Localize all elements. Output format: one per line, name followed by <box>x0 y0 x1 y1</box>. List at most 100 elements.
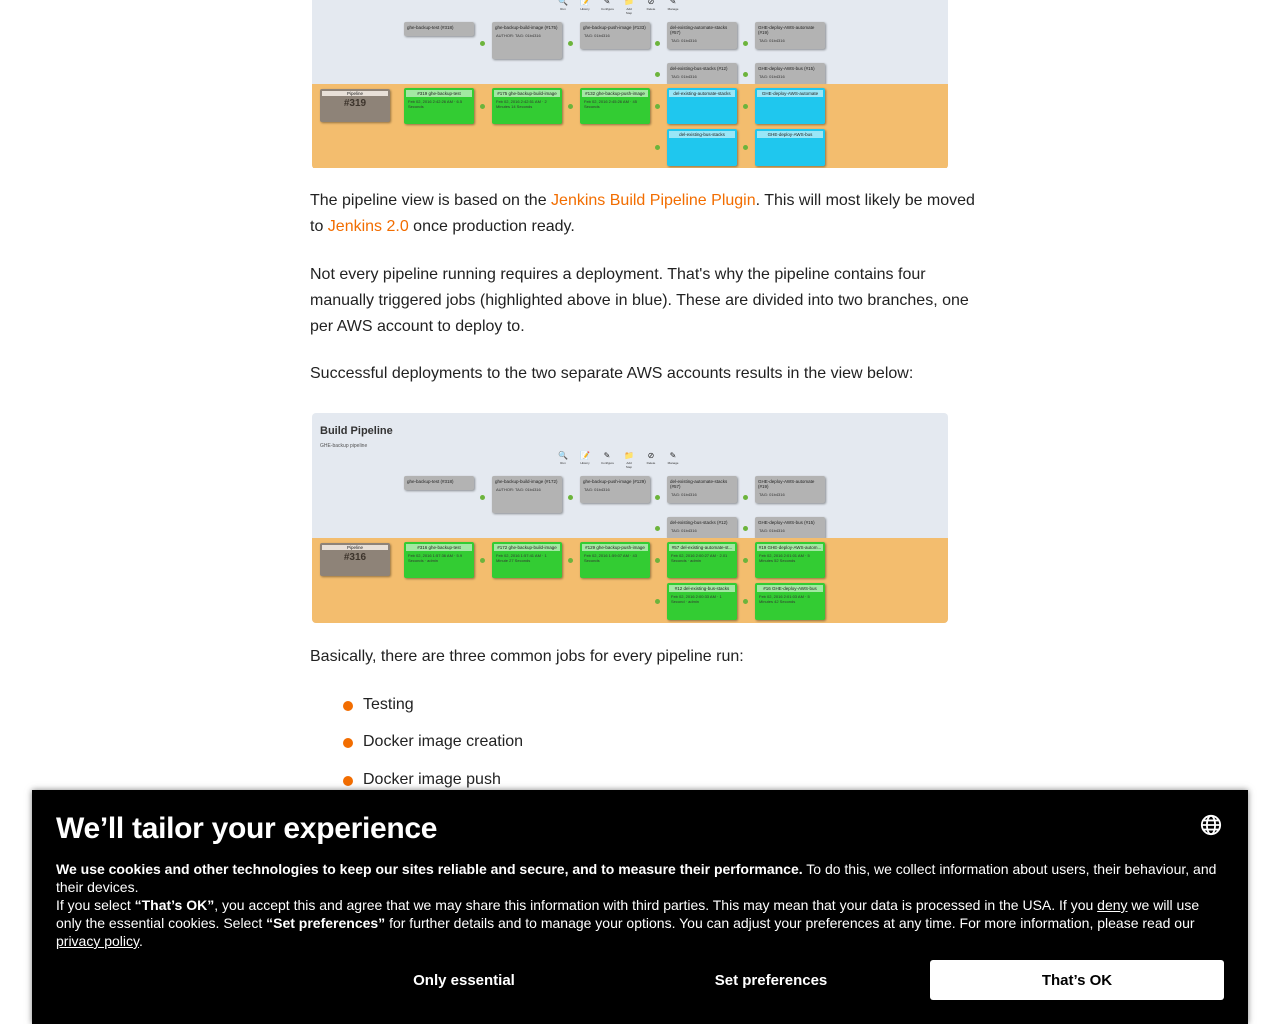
upstream-job: GHE-deploy-AWS-automate (#19) TAG: 01b431… <box>755 476 825 503</box>
cell-title: del-existing-bus-stacks (#12) <box>670 66 728 71</box>
text: , you accept this and agree that we may … <box>214 897 1098 913</box>
cell-title: GHE-deploy-AWS-automate (#19) <box>758 479 815 489</box>
arrow-icon <box>655 558 660 563</box>
cell-detail: TAG: 01b4316 <box>759 38 785 43</box>
paragraph-common-jobs: Basically, there are three common jobs f… <box>310 648 744 665</box>
cell-title: ghe-backup-build-image (#175) <box>495 25 558 30</box>
arrow-icon <box>743 104 748 109</box>
pipeline-job: #172 ghe-backup-build-image Feb 02, 2016 … <box>492 542 562 578</box>
arrow-icon <box>655 72 660 77</box>
upstream-job: del-existing-bus-stacks (#12) TAG: 01b431… <box>667 517 737 539</box>
thats-ok-button[interactable]: That’s OK <box>930 960 1224 1000</box>
cookie-banner: We’ll tailor your experience We use cook… <box>32 790 1248 1024</box>
cell-detail: TAG: 01b4316 <box>759 528 785 533</box>
toolbar-configure-icon[interactable]: ✎ Configure <box>601 451 614 465</box>
pipeline-toolbar: 🔍 Run 📝 History ✎ Configure 📁 Add Step ⊘ Delete ✎ M… <box>557 0 679 15</box>
upstream-job: ghe-backup-push-image (#129) TAG: 01b4316 <box>580 476 650 503</box>
arrow-icon <box>743 145 748 150</box>
cell-title: del-existing-bus-stacks <box>669 131 735 138</box>
arrow-icon <box>743 41 748 46</box>
pipeline-screenshot-2: Build Pipeline GHE-backup pipeline 🔍 Run 📝 Hi… <box>312 413 948 623</box>
cookie-banner-text: We use cookies and other technologies to… <box>56 860 1226 950</box>
paragraph-deployment: Not every pipeline running requires a de… <box>310 266 969 335</box>
pipeline-job: #19 GHE-deploy-AWS-autom... Feb 02, 2016 … <box>755 542 825 578</box>
pipeline-job: #129 ghe-backup-push-image Feb 02, 2016 1… <box>580 542 650 578</box>
upstream-job: del-existing-bus-stacks (#12) TAG: 01b431… <box>667 63 737 85</box>
text: If you select <box>56 897 135 913</box>
pipeline-job: #132 ghe-backup-push-image Feb 02, 2016 2… <box>580 88 650 124</box>
cell-detail: TAG: 01b4316 <box>671 528 697 533</box>
jenkins-build-pipeline-plugin-link[interactable]: Jenkins Build Pipeline Plugin <box>551 192 756 209</box>
globe-icon[interactable] <box>1200 814 1222 836</box>
cell-detail: TAG: 01b4316 <box>584 33 610 38</box>
toolbar-configure-icon[interactable]: ✎ Configure <box>601 0 614 11</box>
text: “Set preferences” <box>266 915 386 931</box>
arrow-icon <box>743 495 748 500</box>
list-item-text: Docker image push <box>363 771 501 788</box>
pipeline-job: del-existing-automate-stacks <box>667 88 737 124</box>
cell-title: #16 GHE-deploy-AWS-bus <box>757 585 823 592</box>
set-preferences-button[interactable]: Set preferences <box>617 960 925 1000</box>
cell-title: #12 del-existing-bus-stacks <box>669 585 735 592</box>
bullet-icon <box>343 776 353 786</box>
arrow-icon <box>568 558 573 563</box>
toolbar-run-icon[interactable]: 🔍 Run <box>557 0 569 11</box>
toolbar-history-icon[interactable]: 📝 History <box>579 0 591 11</box>
upstream-job: del-existing-automate-stacks (#57) TAG: 0… <box>667 22 737 49</box>
cell-detail: TAG: 01b4316 <box>671 38 697 43</box>
build-pipeline-subtitle: GHE-backup pipeline <box>320 443 368 449</box>
list-item-text: Docker image creation <box>363 733 524 750</box>
cell-title: GHE-deploy-AWS-bus (#15) <box>758 66 815 71</box>
cell-title: GHE-deploy-AWS-automate <box>757 90 823 97</box>
toolbar-delete-icon[interactable]: ⊘ Delete <box>645 0 657 11</box>
cell-detail: Feb 02, 2016 1:57:41 AM · 1 Minute 27 Se… <box>496 553 547 563</box>
jenkins-2-link[interactable]: Jenkins 2.0 <box>328 218 409 235</box>
cell-title: del-existing-automate-stacks <box>669 90 735 97</box>
cell-detail: TAG: 01b4316 <box>759 492 785 497</box>
text: We use cookies and other technologies to… <box>56 861 803 877</box>
cell-detail: TAG: 01b4316 <box>584 487 610 492</box>
toolbar-add-step-icon[interactable]: 📁 Add Step <box>623 0 635 15</box>
arrow-icon <box>655 145 660 150</box>
privacy-policy-link[interactable]: privacy policy <box>56 933 139 949</box>
toolbar-run-icon[interactable]: 🔍 Run <box>557 451 569 465</box>
text: for further details and to manage your o… <box>385 915 1195 931</box>
deny-link[interactable]: deny <box>1097 897 1127 913</box>
pipeline-job: #12 del-existing-bus-stacks Feb 02, 2016 … <box>667 583 737 620</box>
pipeline-job: #16 GHE-deploy-AWS-bus Feb 02, 2016 2:01:… <box>755 583 825 620</box>
pipeline-job: #316 ghe-backup-test Feb 02, 2016 1:57:36… <box>404 542 474 578</box>
cell-detail: TAG: 01b4316 <box>671 74 697 79</box>
toolbar-manage-icon[interactable]: ✎ Manage <box>667 451 679 465</box>
text: The pipeline view is based on the <box>310 192 552 209</box>
cell-title: GHE-deploy-AWS-bus (#15) <box>758 520 815 525</box>
upstream-job: ghe-backup-push-image (#133) TAG: 01b4316 <box>580 22 650 49</box>
cell-title: #19 GHE-deploy-AWS-autom... <box>757 544 823 551</box>
text: once production ready. <box>408 218 575 235</box>
paragraph-successful: Successful deployments to the two separa… <box>310 365 914 382</box>
arrow-icon <box>655 495 660 500</box>
arrow-icon <box>480 41 485 46</box>
toolbar-add-step-icon[interactable]: 📁 Add Step <box>623 451 635 469</box>
list-item-text: Testing <box>363 696 414 713</box>
upstream-job: ghe-backup-test (#318) <box>404 22 474 36</box>
cell-detail: Feb 02, 2016 2:00:33 AM · 1 Second · adm… <box>671 594 722 604</box>
pipeline-job: #319 ghe-backup-test Feb 02, 2016 2:42:26… <box>404 88 474 124</box>
only-essential-button[interactable]: Only essential <box>310 960 618 1000</box>
toolbar-manage-icon[interactable]: ✎ Manage <box>667 0 679 11</box>
toolbar-delete-icon[interactable]: ⊘ Delete <box>645 451 657 465</box>
toolbar-history-icon[interactable]: 📝 History <box>579 451 591 465</box>
cell-title: ghe-backup-build-image (#172) <box>495 479 558 484</box>
pipeline-job: #57 del-existing-automate-st... Feb 02, 2… <box>667 542 737 578</box>
cell-title: del-existing-bus-stacks (#12) <box>670 520 728 525</box>
cell-title: #175 ghe-backup-build-image <box>494 90 560 97</box>
cell-title: ghe-backup-push-image (#133) <box>583 25 646 30</box>
text: . <box>139 933 143 949</box>
cell-title: del-existing-automate-stacks (#57) <box>670 479 728 489</box>
build-pipeline-title: Build Pipeline <box>320 425 393 437</box>
cell-title: del-existing-automate-stacks (#57) <box>670 25 728 35</box>
pipeline-number: #316 <box>343 552 367 563</box>
cell-title: ghe-backup-test (#318) <box>407 479 454 484</box>
pipeline-run-box: Pipeline #319 <box>320 89 390 122</box>
upstream-job: ghe-backup-test (#318) <box>404 476 474 490</box>
arrow-icon <box>655 599 660 604</box>
